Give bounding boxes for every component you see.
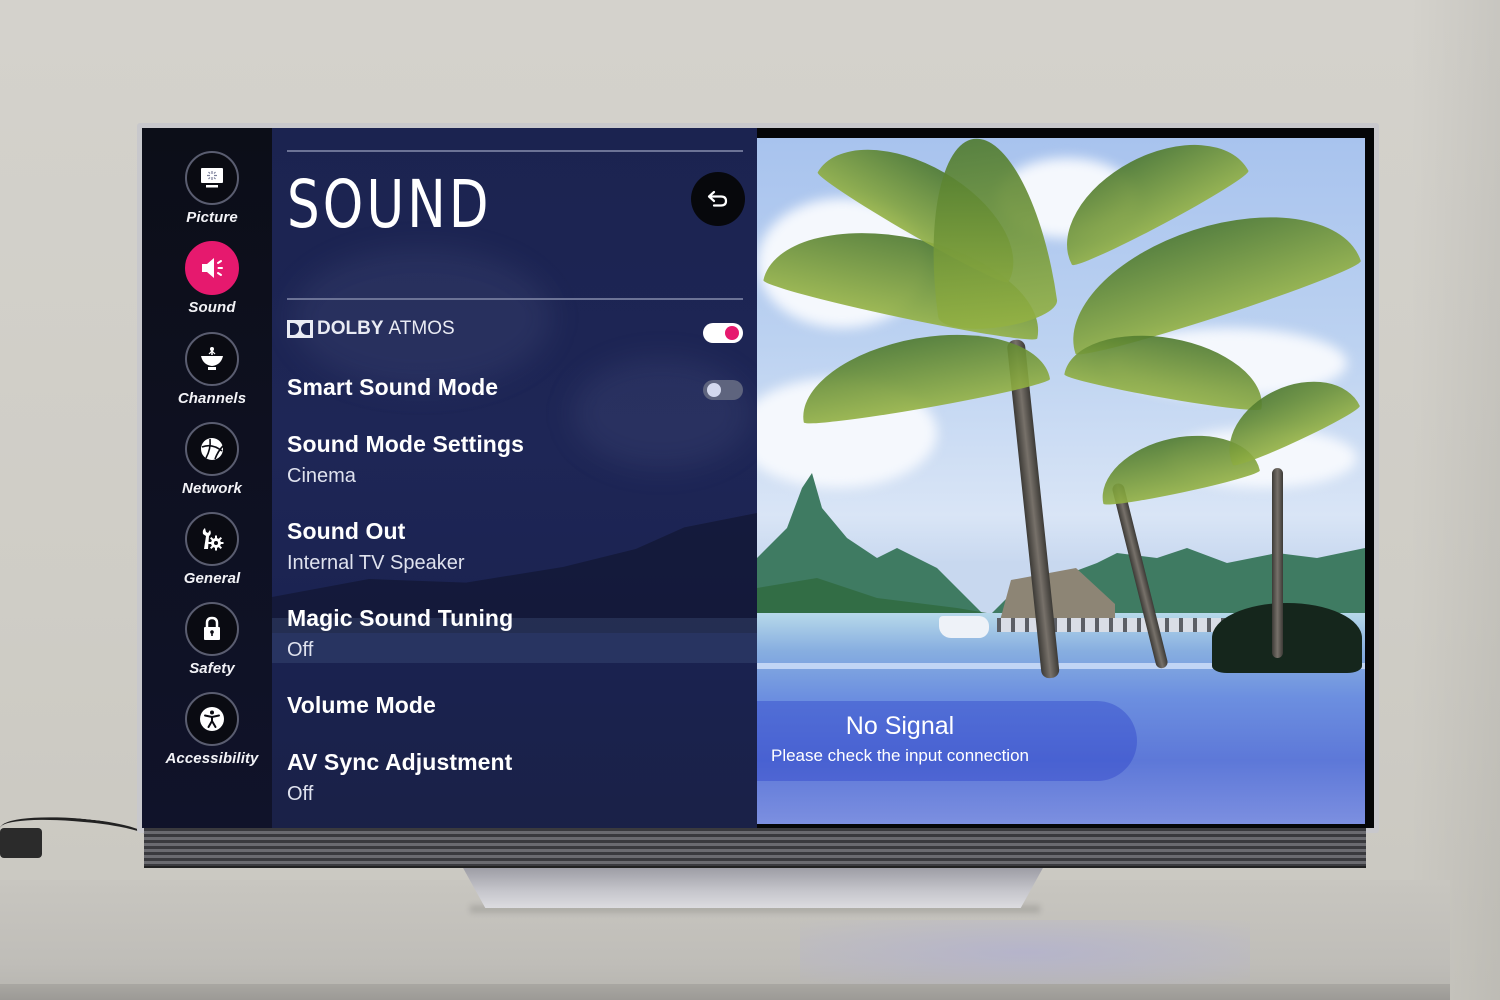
- sidebar-item-sound[interactable]: Sound: [142, 241, 282, 316]
- dolby-atmos-text: ATMOS: [388, 318, 455, 339]
- setting-title: Sound Mode Settings: [287, 431, 524, 457]
- sidebar-item-general[interactable]: General: [142, 512, 282, 587]
- setting-value: Off: [287, 639, 314, 661]
- dolby-brand: DOLBY: [317, 318, 384, 339]
- wrench-gear-icon: [185, 512, 239, 566]
- section-divider: [287, 298, 743, 300]
- sidebar-item-accessibility[interactable]: Accessibility: [142, 692, 282, 767]
- tv-soundbar: [144, 828, 1366, 868]
- satellite-dish-icon: [185, 332, 239, 386]
- speaker-icon: [185, 241, 239, 295]
- sidebar-item-label: Safety: [189, 660, 235, 677]
- sidebar-item-label: Picture: [186, 209, 238, 226]
- dolby-atmos-toggle[interactable]: [703, 323, 743, 343]
- dolby-logo-icon: [287, 320, 313, 338]
- table-edge: [0, 984, 1450, 1000]
- wall: [1410, 0, 1500, 1000]
- settings-sidebar: Picture Sound Channels Network General S…: [142, 128, 272, 828]
- smart-sound-mode-row[interactable]: Smart Sound Mode: [287, 374, 743, 406]
- tv-stand: [462, 866, 1044, 908]
- page-title: SOUND: [287, 166, 492, 243]
- sidebar-item-channels[interactable]: Channels: [142, 332, 282, 407]
- magic-sound-tuning-row[interactable]: Magic Sound Tuning Off: [287, 605, 743, 662]
- globe-icon: [185, 422, 239, 476]
- sidebar-item-label: General: [183, 570, 241, 587]
- screen-reflection: [800, 920, 1250, 985]
- setting-title: Smart Sound Mode: [287, 374, 499, 400]
- sound-mode-settings-row[interactable]: Sound Mode Settings Cinema: [287, 431, 743, 488]
- sidebar-item-label: Channels: [177, 390, 247, 407]
- tv-screen: No Signal Please check the input connect…: [142, 128, 1374, 828]
- boat: [939, 616, 989, 638]
- back-button[interactable]: [691, 172, 745, 226]
- back-arrow-icon: [707, 190, 728, 207]
- power-plug: [0, 828, 42, 858]
- setting-value: Cinema: [287, 465, 356, 487]
- no-signal-title: No Signal: [845, 712, 955, 740]
- bush: [1212, 603, 1362, 673]
- dolby-atmos-label: DOLBY ATMOS: [287, 318, 743, 340]
- header-divider: [287, 150, 743, 152]
- setting-value: Off: [287, 783, 314, 805]
- volume-mode-row[interactable]: Volume Mode: [287, 692, 743, 719]
- sidebar-item-picture[interactable]: Picture: [142, 151, 282, 226]
- palm-trunk: [1272, 468, 1283, 658]
- no-signal-subtitle: Please check the input connection: [770, 746, 1029, 765]
- setting-title: Sound Out: [287, 518, 406, 544]
- picture-icon: [185, 151, 239, 205]
- accessibility-icon: [185, 692, 239, 746]
- toggle-knob: [725, 326, 739, 340]
- setting-value: Internal TV Speaker: [287, 552, 465, 574]
- sound-settings-panel: SOUND DOLBY ATMOS Smart Sound Mode Sound…: [272, 128, 757, 828]
- sound-out-row[interactable]: Sound Out Internal TV Speaker: [287, 518, 743, 575]
- toggle-knob: [707, 383, 721, 397]
- av-sync-adjustment-row[interactable]: AV Sync Adjustment Off: [287, 749, 743, 806]
- setting-title: AV Sync Adjustment: [287, 749, 513, 775]
- setting-title: Volume Mode: [287, 692, 436, 718]
- sidebar-item-safety[interactable]: Safety: [142, 602, 282, 677]
- lock-icon: [185, 602, 239, 656]
- no-signal-message: No Signal Please check the input connect…: [742, 712, 1058, 766]
- sidebar-item-network[interactable]: Network: [142, 422, 282, 497]
- dolby-atmos-row[interactable]: DOLBY ATMOS: [287, 318, 743, 348]
- sidebar-item-label: Sound: [188, 299, 236, 316]
- smart-sound-mode-toggle[interactable]: [703, 380, 743, 400]
- sidebar-item-label: Network: [182, 480, 242, 497]
- setting-title: Magic Sound Tuning: [287, 605, 514, 631]
- sidebar-item-label: Accessibility: [165, 750, 259, 767]
